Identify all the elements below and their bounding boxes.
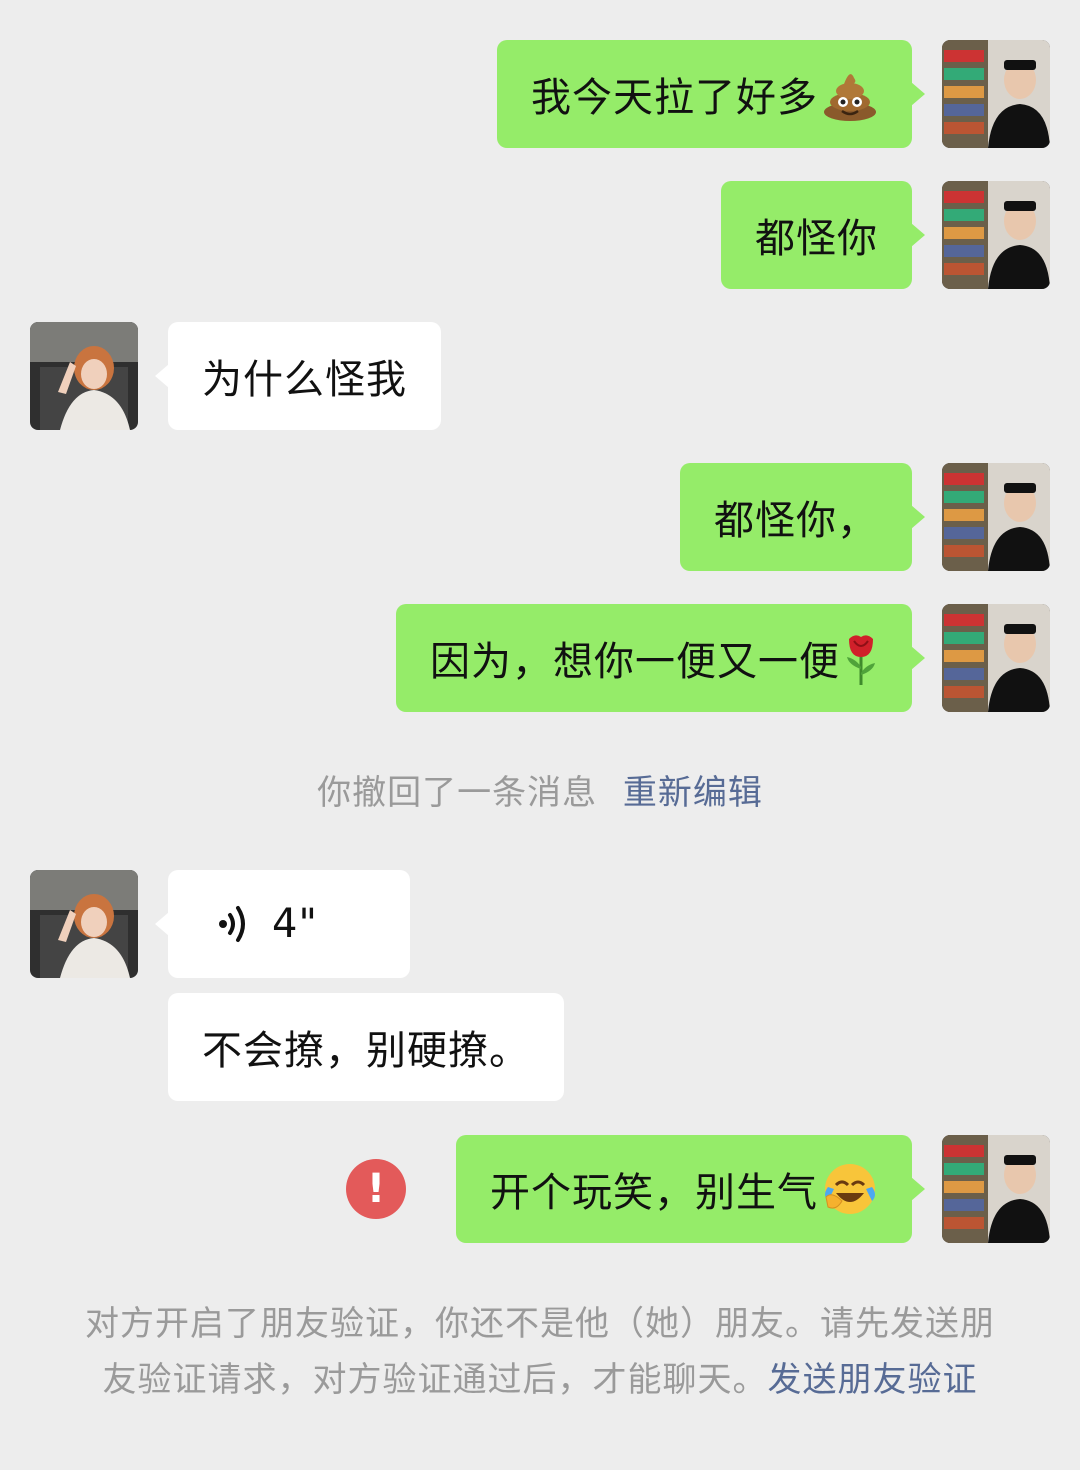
my-avatar[interactable] <box>942 463 1050 571</box>
message-text: 不会撩，别硬撩。 <box>202 1028 530 1074</box>
my-message-bubble[interactable]: 我今天拉了好多 <box>497 40 925 148</box>
my-avatar[interactable] <box>942 1135 1050 1243</box>
message-text: 都怪你 <box>755 216 878 262</box>
contact-message-bubble[interactable]: 为什么怪我 <box>155 322 441 430</box>
contact-avatar[interactable] <box>30 870 138 978</box>
my-message-bubble[interactable]: 都怪你， <box>680 463 925 571</box>
message-text: 都怪你， <box>714 498 878 544</box>
contact-message-bubble[interactable]: 不会撩，别硬撩。 <box>168 993 564 1101</box>
message-text: 开个玩笑，别生气 <box>490 1170 818 1216</box>
my-message-bubble[interactable]: 因为，想你一便又一便 <box>396 604 925 712</box>
message-text: 为什么怪我 <box>202 357 407 403</box>
re-edit-link[interactable]: 重新编辑 <box>623 773 763 813</box>
my-message-bubble[interactable]: 都怪你 <box>721 181 925 289</box>
recall-notice: 你撤回了一条消息 重新编辑 <box>0 765 1080 814</box>
my-avatar[interactable] <box>942 604 1050 712</box>
my-avatar[interactable] <box>942 181 1050 289</box>
exclamation-error-icon[interactable]: ! <box>346 1159 406 1219</box>
voice-message-bubble[interactable]: 4" <box>155 870 410 978</box>
rose-emoji-icon <box>844 629 878 687</box>
send-friend-verification-link[interactable]: 发送朋友验证 <box>768 1360 978 1400</box>
message-text: 因为，想你一便又一便 <box>430 639 840 685</box>
my-message-bubble[interactable]: 开个玩笑，别生气 <box>456 1135 925 1243</box>
voice-duration: 4" <box>272 901 318 947</box>
my-avatar[interactable] <box>942 40 1050 148</box>
pile-of-poo-emoji-icon <box>822 66 878 122</box>
friend-verification-notice: 对方开启了朋友验证，你还不是他（她）朋友。请先发送朋友验证请求，对方验证通过后，… <box>84 1296 996 1408</box>
face-with-tears-of-joy-emoji-icon <box>822 1161 878 1217</box>
contact-avatar[interactable] <box>30 322 138 430</box>
message-text: 我今天拉了好多 <box>531 75 818 121</box>
chat-window: 我今天拉了好多 都怪你 为什么怪我 都怪你， 因为，想你一便又一便 你撤回了一条… <box>0 0 1080 1470</box>
recall-notice-text: 你撤回了一条消息 <box>317 773 598 813</box>
voice-wave-icon <box>218 904 250 944</box>
